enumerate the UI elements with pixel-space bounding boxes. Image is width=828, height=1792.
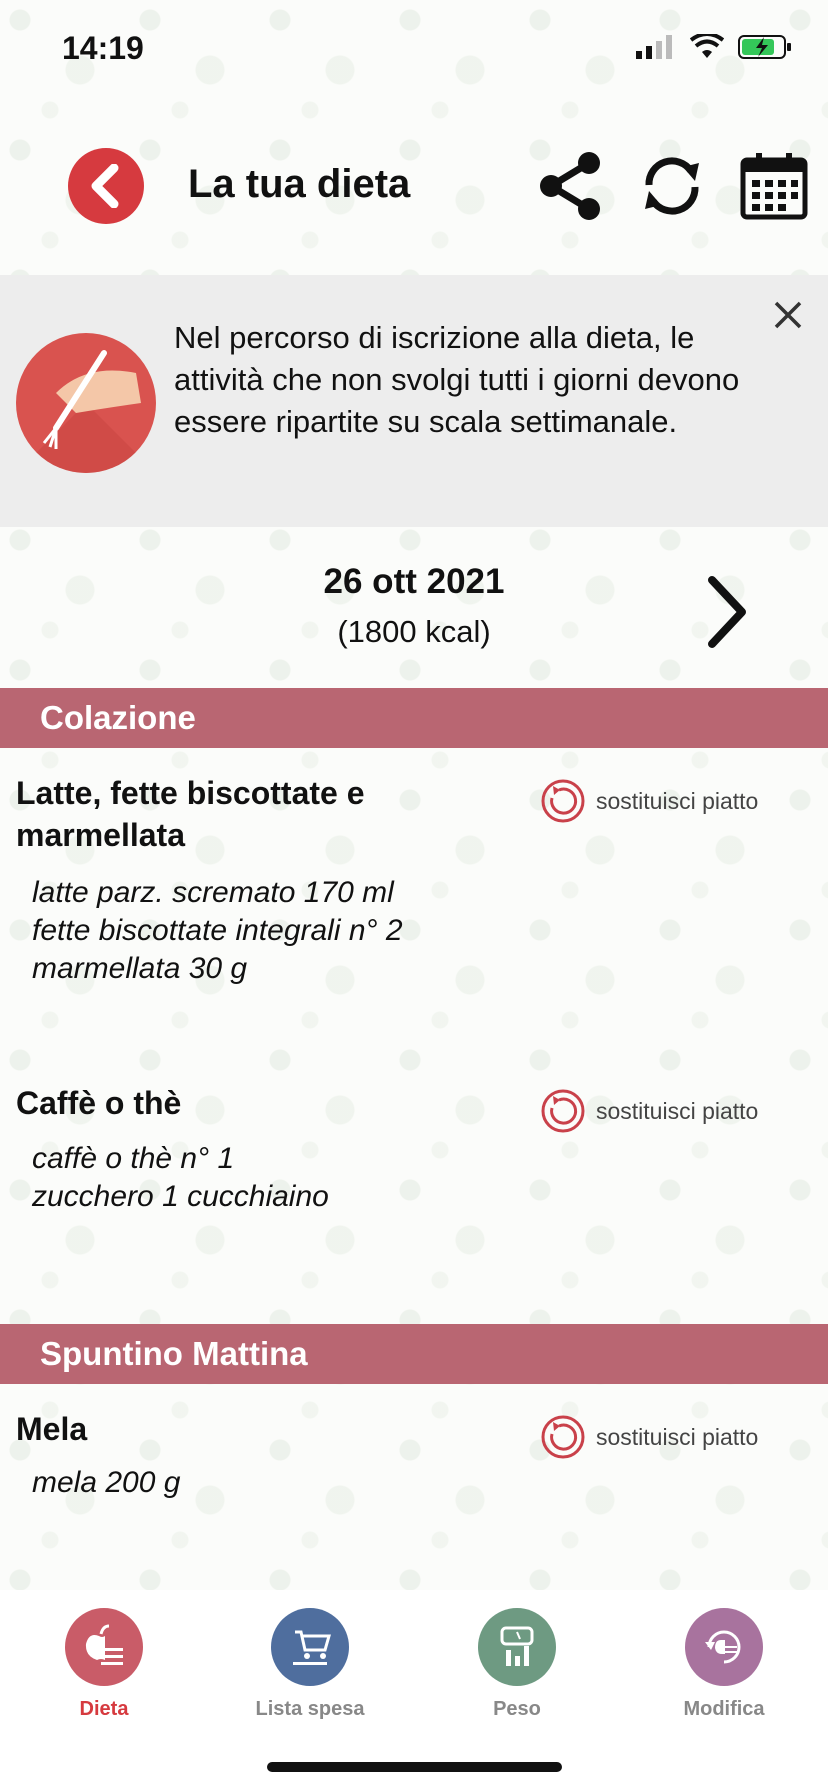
info-banner: Nel percorso di iscrizione alla dieta, l… bbox=[0, 275, 828, 527]
close-icon bbox=[774, 301, 802, 329]
home-indicator bbox=[267, 1762, 562, 1772]
tab-peso[interactable]: Peso bbox=[417, 1608, 617, 1721]
tab-label: Dieta bbox=[79, 1698, 129, 1720]
tab-lista-spesa[interactable]: Lista spesa bbox=[210, 1608, 410, 1721]
refresh-button[interactable] bbox=[636, 150, 708, 222]
date-selector: 26 ott 2021 (1800 kcal) bbox=[0, 560, 828, 670]
meal-item: Caffè o thè caffè o thè n° 1 zucchero 1 … bbox=[0, 1082, 828, 1232]
share-button[interactable] bbox=[534, 150, 606, 222]
tab-bar: Dieta Lista spesa Peso Modifica bbox=[0, 1590, 828, 1792]
header-actions bbox=[534, 150, 810, 222]
meal-detail-line: mela 200 g bbox=[32, 1466, 181, 1499]
fork-hand-icon bbox=[16, 333, 156, 473]
replace-icon bbox=[541, 1415, 585, 1459]
replace-dish-button[interactable]: sostituisci piatto bbox=[540, 778, 758, 824]
meal-details: mela 200 g bbox=[32, 1464, 512, 1502]
meal-details: latte parz. scremato 170 ml fette biscot… bbox=[32, 874, 512, 988]
meal-item: Mela mela 200 g sostituisci piatto bbox=[0, 1408, 828, 1518]
next-day-button[interactable] bbox=[702, 574, 752, 650]
replace-label: sostituisci piatto bbox=[596, 787, 759, 814]
replace-dish-button[interactable]: sostituisci piatto bbox=[540, 1088, 758, 1134]
tab-label: Modifica bbox=[683, 1698, 765, 1720]
section-header-spuntino-mattina: Spuntino Mattina bbox=[0, 1324, 828, 1384]
battery-icon bbox=[738, 35, 791, 59]
section-header-colazione: Colazione bbox=[0, 688, 828, 748]
share-icon bbox=[540, 152, 600, 220]
back-button[interactable] bbox=[68, 148, 144, 224]
shopping-cart-icon bbox=[271, 1608, 349, 1686]
status-icons bbox=[636, 34, 792, 60]
close-button[interactable] bbox=[770, 297, 806, 333]
meal-item: Latte, fette biscottate e marmellata lat… bbox=[0, 772, 828, 1002]
replace-dish-button[interactable]: sostituisci piatto bbox=[540, 1414, 758, 1460]
header: La tua dieta bbox=[0, 140, 828, 240]
signal-icon bbox=[636, 35, 672, 59]
replace-icon bbox=[541, 1089, 585, 1133]
replace-label: sostituisci piatto bbox=[596, 1097, 759, 1124]
tab-dieta[interactable]: Dieta bbox=[4, 1608, 204, 1721]
replace-icon bbox=[541, 779, 585, 823]
meal-detail-line: marmellata 30 g bbox=[32, 952, 248, 985]
back-icon bbox=[91, 164, 119, 208]
chevron-right-icon bbox=[708, 576, 746, 648]
meal-detail-line: fette biscottate integrali n° 2 bbox=[32, 914, 403, 947]
edit-diet-icon bbox=[685, 1608, 763, 1686]
refresh-icon bbox=[645, 157, 699, 215]
tab-modifica[interactable]: Modifica bbox=[624, 1608, 824, 1721]
meal-name: Mela bbox=[16, 1411, 88, 1447]
meal-name: Latte, fette biscottate e marmellata bbox=[16, 775, 365, 853]
tab-label: Lista spesa bbox=[255, 1698, 365, 1720]
meal-name: Caffè o thè bbox=[16, 1085, 182, 1121]
calendar-button[interactable] bbox=[738, 150, 810, 222]
apple-icon bbox=[65, 1608, 143, 1686]
meal-details: caffè o thè n° 1 zucchero 1 cucchiaino bbox=[32, 1140, 512, 1216]
meal-detail-line: zucchero 1 cucchiaino bbox=[32, 1180, 329, 1213]
meal-detail-line: caffè o thè n° 1 bbox=[32, 1142, 235, 1175]
banner-message: Nel percorso di iscrizione alla dieta, l… bbox=[174, 320, 740, 439]
tab-label: Peso bbox=[493, 1698, 541, 1720]
page-title: La tua dieta bbox=[188, 162, 411, 206]
scale-icon bbox=[478, 1608, 556, 1686]
status-time: 14:19 bbox=[62, 30, 144, 66]
status-bar: 14:19 bbox=[0, 0, 828, 96]
meal-detail-line: latte parz. scremato 170 ml bbox=[32, 876, 394, 909]
calendar-icon bbox=[740, 153, 808, 220]
wifi-icon bbox=[690, 34, 724, 58]
replace-label: sostituisci piatto bbox=[596, 1423, 759, 1450]
